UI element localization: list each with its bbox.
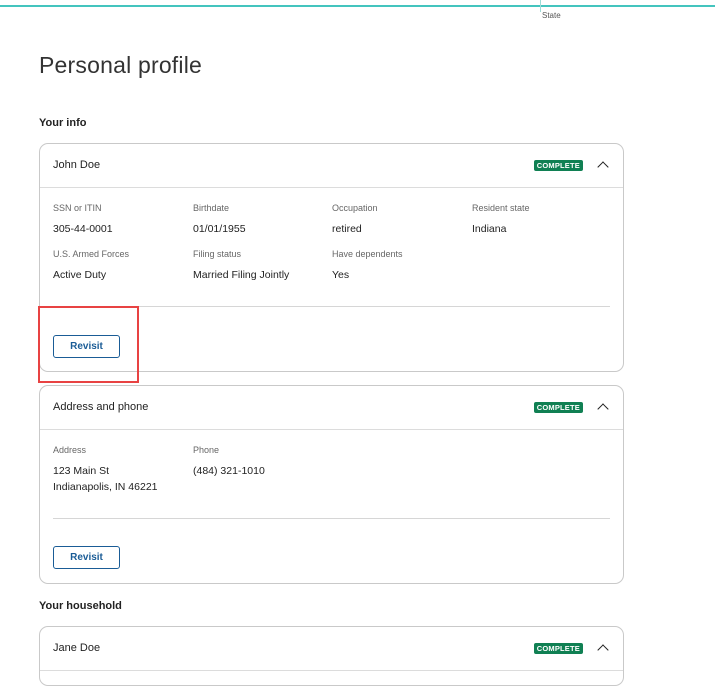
card-header[interactable]: Address and phone COMPLETE bbox=[40, 386, 623, 430]
top-progress-line bbox=[0, 5, 715, 7]
field-value: (484) 321-1010 bbox=[193, 465, 265, 477]
field-value: Active Duty bbox=[53, 269, 107, 281]
field-label: Address bbox=[53, 445, 87, 455]
field-value: 123 Main St Indianapolis, IN 46221 bbox=[53, 463, 158, 495]
field-address: Address 123 Main St Indianapolis, IN 462… bbox=[53, 445, 158, 495]
field-ssn: SSN or ITIN 305-44-0001 bbox=[53, 203, 113, 237]
field-value: Married Filing Jointly bbox=[193, 269, 290, 281]
field-label: U.S. Armed Forces bbox=[53, 249, 130, 259]
chevron-up-icon[interactable] bbox=[597, 403, 609, 415]
field-label: Birthdate bbox=[193, 203, 230, 213]
field-label: Filing status bbox=[193, 249, 242, 259]
card-header[interactable]: John Doe COMPLETE bbox=[40, 144, 623, 188]
section-heading-your-household: Your household bbox=[39, 600, 122, 612]
field-filing-status: Filing status Married Filing Jointly bbox=[193, 249, 289, 283]
field-value: 01/01/1955 bbox=[193, 223, 246, 235]
field-occupation: Occupation retired bbox=[332, 203, 378, 237]
card-title: Address and phone bbox=[53, 401, 149, 413]
chevron-up-icon[interactable] bbox=[597, 644, 609, 656]
field-phone: Phone (484) 321-1010 bbox=[193, 445, 265, 479]
field-label: Have dependents bbox=[332, 249, 403, 259]
card-title: John Doe bbox=[53, 159, 101, 171]
progress-step-tick bbox=[540, 0, 541, 12]
field-label: Resident state bbox=[472, 203, 530, 213]
chevron-up-icon[interactable] bbox=[597, 161, 609, 173]
field-value: Yes bbox=[332, 269, 350, 281]
section-heading-your-info: Your info bbox=[39, 117, 87, 129]
profile-card-household: Jane Doe COMPLETE bbox=[39, 626, 624, 686]
field-dependents: Have dependents Yes bbox=[332, 249, 403, 283]
status-badge: COMPLETE bbox=[533, 160, 583, 171]
field-birthdate: Birthdate 01/01/1955 bbox=[193, 203, 246, 237]
address-line-2: Indianapolis, IN 46221 bbox=[53, 481, 158, 493]
field-value: 305-44-0001 bbox=[53, 223, 113, 235]
page-title: Personal profile bbox=[39, 52, 203, 78]
field-label: SSN or ITIN bbox=[53, 203, 102, 213]
revisit-button[interactable]: Revisit bbox=[53, 546, 120, 569]
highlight-box bbox=[38, 306, 139, 383]
field-label: Phone bbox=[193, 445, 220, 455]
card-divider bbox=[53, 518, 610, 519]
address-line-1: 123 Main St bbox=[53, 465, 110, 477]
field-label: Occupation bbox=[332, 203, 378, 213]
status-badge: COMPLETE bbox=[533, 643, 583, 654]
step-label-state: State bbox=[542, 11, 561, 20]
field-value: Indiana bbox=[472, 223, 507, 235]
status-badge: COMPLETE bbox=[533, 402, 583, 413]
card-header[interactable]: Jane Doe COMPLETE bbox=[40, 627, 623, 671]
profile-card-address-phone: Address and phone COMPLETE Address 123 M… bbox=[39, 385, 624, 584]
field-value: retired bbox=[332, 223, 362, 235]
card-title: Jane Doe bbox=[53, 642, 101, 654]
field-armed-forces: U.S. Armed Forces Active Duty bbox=[53, 249, 129, 283]
field-resident-state: Resident state Indiana bbox=[472, 203, 530, 237]
